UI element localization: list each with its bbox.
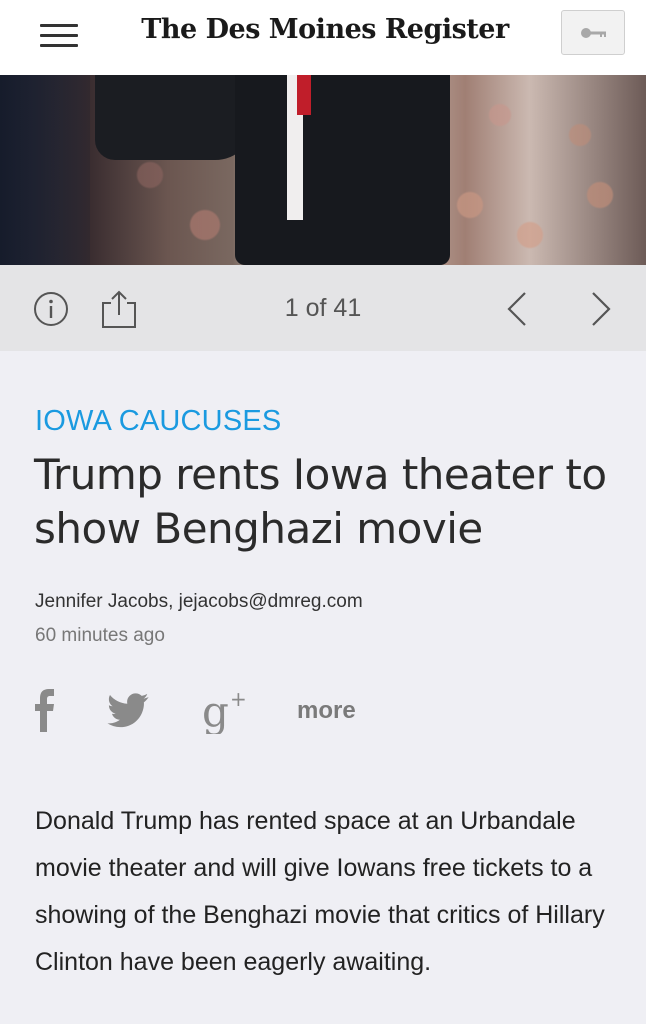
article-body: Donald Trump has rented space at an Urba… <box>35 807 605 976</box>
share-icon[interactable] <box>100 289 138 329</box>
chevron-right-icon[interactable] <box>585 289 615 329</box>
article-byline[interactable]: Jennifer Jacobs, jejacobs@dmreg.com <box>35 591 363 613</box>
svg-text:+: + <box>230 687 247 711</box>
facebook-icon[interactable] <box>32 686 56 734</box>
more-share-button[interactable]: more <box>297 697 356 725</box>
hamburger-menu-icon[interactable] <box>40 22 78 50</box>
gallery-toolbar: 1 of 41 <box>0 265 646 351</box>
site-logo[interactable]: The Des Moines Register <box>140 14 510 45</box>
chevron-left-icon[interactable] <box>503 289 533 329</box>
article-headline: Trump rents Iowa theater to show Benghaz… <box>34 450 607 553</box>
login-key-button[interactable] <box>561 10 625 55</box>
twitter-icon[interactable] <box>107 686 151 734</box>
info-icon[interactable] <box>33 291 69 327</box>
key-icon <box>581 28 606 38</box>
site-header: The Des Moines Register <box>0 0 646 75</box>
gallery-photo[interactable] <box>0 75 646 265</box>
article-timestamp: 60 minutes ago <box>35 625 165 646</box>
google-plus-icon[interactable]: g + <box>200 686 250 736</box>
gallery-counter: 1 of 41 <box>284 294 362 322</box>
svg-text:g: g <box>202 687 229 734</box>
section-label[interactable]: IOWA CAUCUSES <box>35 405 281 438</box>
